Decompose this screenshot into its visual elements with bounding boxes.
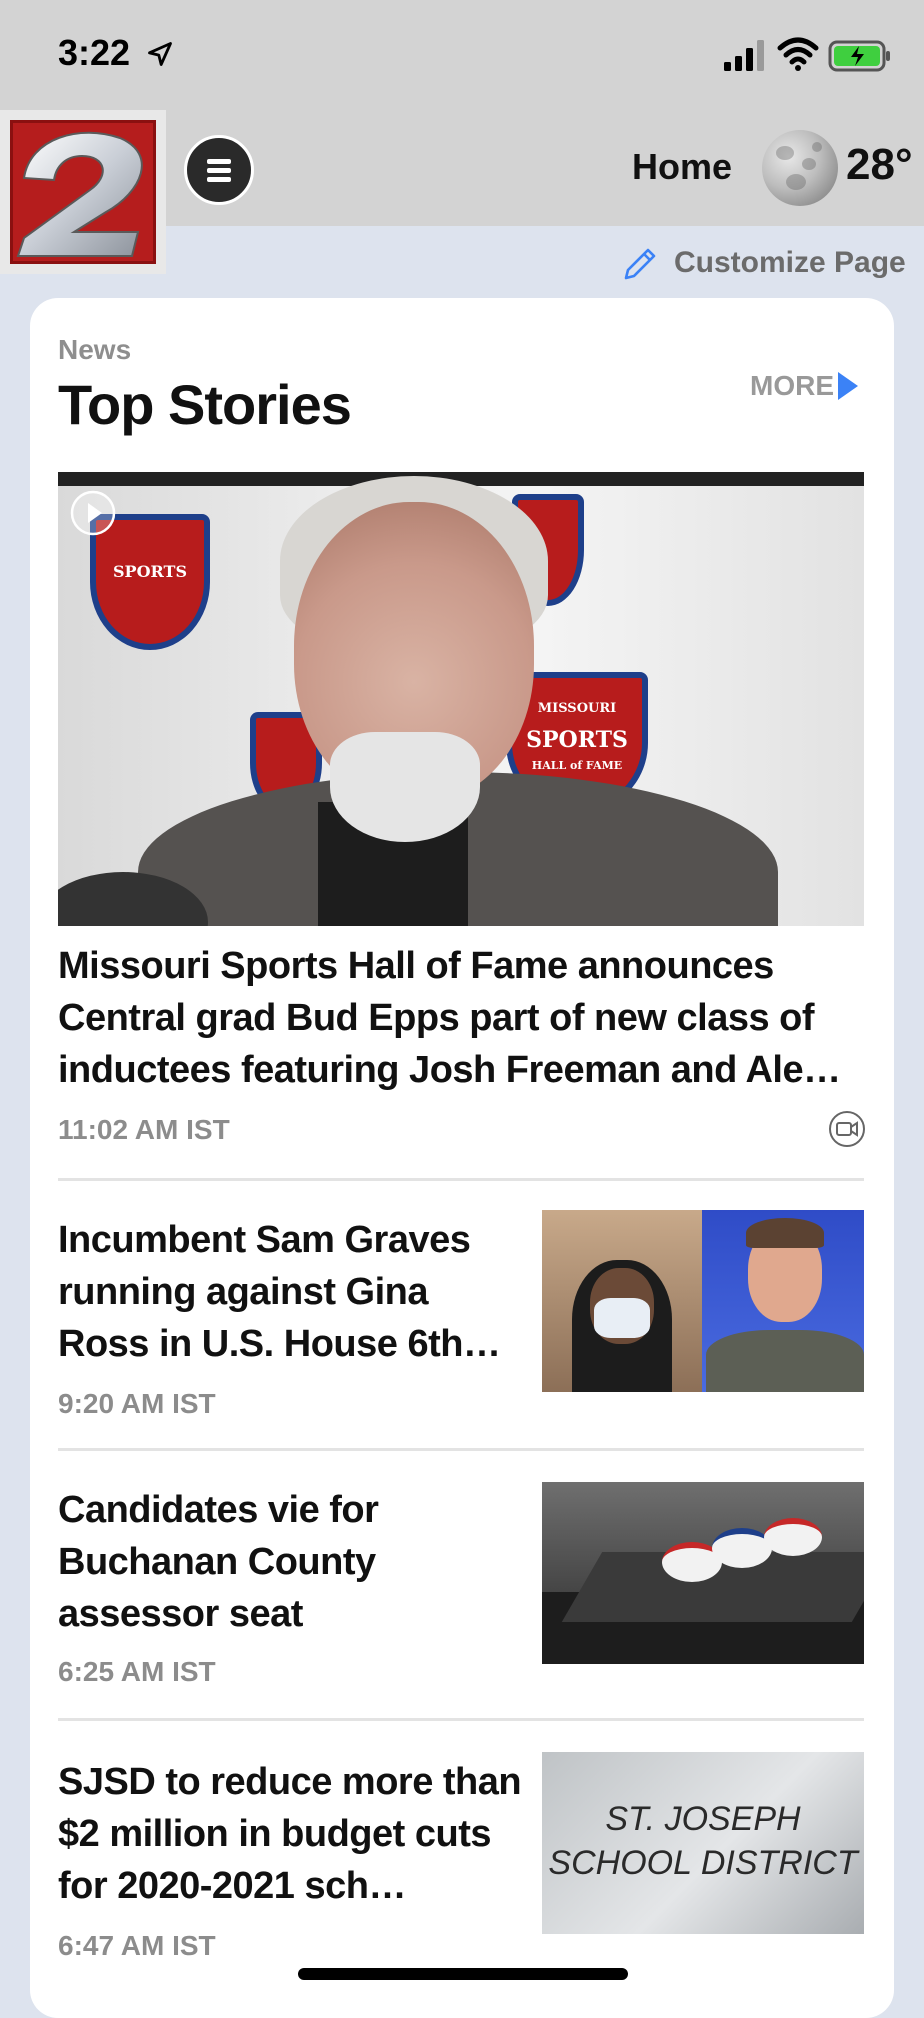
story-time: 6:47 AM IST	[58, 1930, 216, 1961]
play-circle-icon[interactable]	[68, 488, 118, 538]
battery-charging-icon	[828, 40, 890, 72]
moon-icon[interactable]	[762, 130, 838, 206]
customize-page-link[interactable]: Customize Page	[674, 246, 906, 280]
divider	[58, 1448, 864, 1451]
divider	[58, 1178, 864, 1181]
story-time: 6:25 AM IST	[58, 1656, 216, 1687]
home-nav-label[interactable]: Home	[632, 146, 732, 188]
location-arrow-icon	[148, 42, 172, 66]
play-arrow-icon[interactable]	[836, 370, 860, 402]
logo-two-icon	[16, 131, 143, 257]
menu-icon-bar	[207, 177, 231, 182]
story-title[interactable]: Candidates vie for Buchanan County asses…	[58, 1484, 528, 1640]
story-time: 9:20 AM IST	[58, 1388, 216, 1419]
home-indicator[interactable]	[298, 1968, 628, 1980]
story-title[interactable]: SJSD to reduce more than $2 million in b…	[58, 1756, 528, 1912]
hero-story-title[interactable]: Missouri Sports Hall of Fame announces C…	[58, 940, 858, 1096]
hero-story-image[interactable]: SPORTS MISSOURI SPORTS HALL of FAME	[58, 472, 864, 926]
menu-icon-bar	[207, 159, 231, 164]
weather-temperature[interactable]: 28°	[846, 140, 913, 190]
section-category: News	[58, 334, 132, 365]
cellular-signal-icon	[724, 40, 764, 71]
pencil-icon[interactable]	[620, 244, 660, 284]
logo-badge	[10, 120, 156, 264]
menu-button[interactable]	[184, 135, 254, 205]
status-time: 3:22	[58, 32, 131, 73]
section-title: Top Stories	[58, 373, 352, 436]
more-link[interactable]: MORE	[750, 370, 834, 402]
wifi-icon	[777, 37, 819, 71]
thumb-caption: ST. JOSEPH	[605, 1800, 801, 1838]
story-thumbnail[interactable]: ST. JOSEPH SCHOOL DISTRICT	[542, 1752, 864, 1934]
hero-story-time: 11:02 AM IST	[58, 1114, 230, 1145]
story-title[interactable]: Incumbent Sam Graves running against Gin…	[58, 1214, 528, 1370]
video-camera-icon	[829, 1111, 865, 1147]
divider	[58, 1718, 864, 1721]
menu-icon-bar	[207, 168, 231, 173]
story-thumbnail[interactable]	[542, 1482, 864, 1664]
thumb-caption: SCHOOL DISTRICT	[548, 1844, 858, 1882]
station-logo[interactable]	[0, 110, 166, 274]
story-thumbnail[interactable]	[542, 1210, 864, 1392]
